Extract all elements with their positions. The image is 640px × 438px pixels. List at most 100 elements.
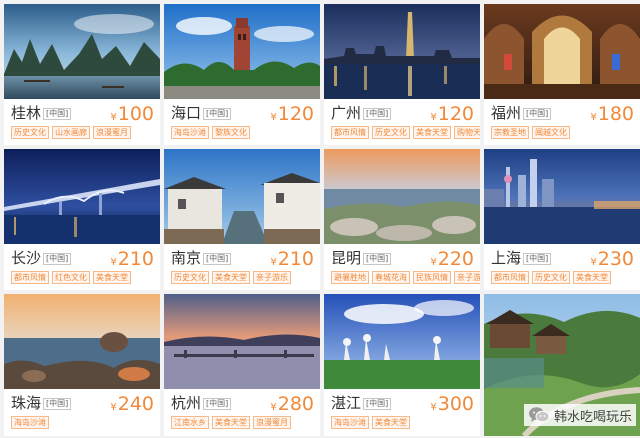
tag[interactable]: 闽越文化 xyxy=(532,126,570,139)
tag[interactable]: 山水画廊 xyxy=(52,126,90,139)
tag-list: 都市风情 红色文化 美食天堂 xyxy=(11,271,131,284)
destination-card[interactable]: 海口 [中国] ¥120 海岛沙滩 黎族文化 xyxy=(164,4,320,145)
currency-symbol: ¥ xyxy=(430,112,437,123)
destination-photo xyxy=(324,294,480,389)
price-value: 300 xyxy=(437,393,474,415)
price-value: 100 xyxy=(117,103,154,125)
price: ¥240 xyxy=(110,393,154,419)
tag[interactable]: 美食天堂 xyxy=(573,271,611,284)
city-name: 福州 xyxy=(491,104,522,122)
city-name: 长沙 xyxy=(11,249,42,267)
tag[interactable]: 美食天堂 xyxy=(212,416,250,429)
currency-symbol: ¥ xyxy=(110,257,117,268)
city-name: 珠海 xyxy=(11,394,42,412)
tag[interactable]: 都市风情 xyxy=(11,271,49,284)
tag[interactable]: 浪漫蜜月 xyxy=(93,126,131,139)
destination-photo xyxy=(164,149,320,244)
destination-card[interactable]: 福州 [中国] ¥180 宗教圣地 闽越文化 xyxy=(484,4,640,145)
tag[interactable]: 避暑胜地 xyxy=(331,271,369,284)
destination-card[interactable]: 湛江 [中国] ¥300 海岛沙滩 美食天堂 xyxy=(324,294,480,436)
currency-symbol: ¥ xyxy=(270,402,277,413)
country-label: [中国] xyxy=(363,398,392,410)
tag[interactable]: 亲子游乐 xyxy=(253,271,291,284)
destination-photo xyxy=(324,149,480,244)
tag[interactable]: 黎族文化 xyxy=(212,126,250,139)
country-label: [中国] xyxy=(203,253,232,265)
tag[interactable]: 都市风情 xyxy=(331,126,369,139)
tag-list: 历史文化 山水画廊 浪漫蜜月 xyxy=(11,126,131,139)
tag[interactable]: 海岛沙滩 xyxy=(331,416,369,429)
destination-card[interactable]: 上海 [中国] ¥230 都市风情 历史文化 美食天堂 xyxy=(484,149,640,290)
destination-photo xyxy=(324,4,480,99)
city-name: 海口 xyxy=(171,104,202,122)
country-label: [中国] xyxy=(523,253,552,265)
tag[interactable]: 都市风情 xyxy=(491,271,529,284)
destination-card[interactable]: 昆明[中国]¥220避暑胜地春城花海民族风情亲子游乐 xyxy=(324,149,480,290)
destination-photo xyxy=(164,4,320,99)
city-name: 湛江 xyxy=(331,394,362,412)
currency-symbol: ¥ xyxy=(270,257,277,268)
destination-card[interactable]: 杭州 [中国] ¥280 江南水乡 美食天堂 浪漫蜜月 xyxy=(164,294,320,436)
city-name: 桂林 xyxy=(11,104,42,122)
tag-list: 海岛沙滩 xyxy=(11,416,49,429)
tag[interactable]: 历史文化 xyxy=(532,271,570,284)
tag[interactable]: 海岛沙滩 xyxy=(171,126,209,139)
currency-symbol: ¥ xyxy=(110,402,117,413)
tag[interactable]: 美食天堂 xyxy=(93,271,131,284)
destination-card[interactable]: 长沙 [中国] ¥210 都市风情 红色文化 美食天堂 xyxy=(4,149,160,290)
tag[interactable]: 美食天堂 xyxy=(212,271,250,284)
country-label: [中国] xyxy=(363,253,392,265)
price-value: 280 xyxy=(277,393,314,415)
tag[interactable]: 浪漫蜜月 xyxy=(253,416,291,429)
country-label: [中国] xyxy=(203,108,232,120)
wechat-icon xyxy=(528,407,550,423)
city-name: 上海 xyxy=(491,249,522,267)
tag-list: 宗教圣地 闽越文化 xyxy=(491,126,570,139)
tag[interactable]: 美食天堂 xyxy=(372,416,410,429)
watermark-text: 韩水吃喝玩乐 xyxy=(553,409,632,425)
tag[interactable]: 美食天堂 xyxy=(413,126,451,139)
tag-list: 江南水乡 美食天堂 浪漫蜜月 xyxy=(171,416,291,429)
tag[interactable]: 历史文化 xyxy=(11,126,49,139)
currency-symbol: ¥ xyxy=(430,402,437,413)
tag[interactable]: 民族风情 xyxy=(413,271,451,284)
tag[interactable]: 江南水乡 xyxy=(171,416,209,429)
tag[interactable]: 春城花海 xyxy=(372,271,410,284)
tag[interactable]: 红色文化 xyxy=(52,271,90,284)
destination-card[interactable]: 珠海 [中国] ¥240 海岛沙滩 xyxy=(4,294,160,436)
destination-photo xyxy=(4,149,160,244)
destination-card[interactable]: 南京 [中国] ¥210 历史文化 美食天堂 亲子游乐 xyxy=(164,149,320,290)
country-label: [中国] xyxy=(523,108,552,120)
price-value: 120 xyxy=(277,103,314,125)
tag[interactable]: 历史文化 xyxy=(372,126,410,139)
city-name: 杭州 xyxy=(171,394,202,412)
currency-symbol: ¥ xyxy=(590,257,597,268)
destination-photo xyxy=(484,149,640,244)
tag[interactable]: 购物天堂 xyxy=(454,126,480,139)
country-label: [中国] xyxy=(203,398,232,410)
watermark: 韩水吃喝玩乐 xyxy=(523,404,636,426)
destination-photo xyxy=(484,4,640,99)
tag[interactable]: 历史文化 xyxy=(171,271,209,284)
currency-symbol: ¥ xyxy=(110,112,117,123)
tag[interactable]: 海岛沙滩 xyxy=(11,416,49,429)
price-value: 210 xyxy=(117,248,154,270)
tag[interactable]: 宗教圣地 xyxy=(491,126,529,139)
destination-card[interactable]: 桂林 [中国] ¥100 历史文化 山水画廊 浪漫蜜月 xyxy=(4,4,160,145)
city-name: 昆明 xyxy=(331,249,362,267)
price: ¥180 xyxy=(590,103,634,129)
country-label: [中国] xyxy=(43,108,72,120)
tag[interactable]: 亲子游乐 xyxy=(454,271,480,284)
price-value: 240 xyxy=(117,393,154,415)
country-label: [中国] xyxy=(363,108,392,120)
country-label: [中国] xyxy=(43,398,72,410)
destination-card[interactable]: 广州[中国] ¥120 都市风情历史文化美食天堂购物天堂 xyxy=(324,4,480,145)
price: ¥300 xyxy=(430,393,474,419)
price-value: 230 xyxy=(597,248,634,270)
destination-grid: 桂林 [中国] ¥100 历史文化 山水画廊 浪漫蜜月 海口 [中国] ¥120 海岛沙滩 黎族文化… xyxy=(4,4,640,436)
country-label: [中国] xyxy=(43,253,72,265)
city-name: 广州 xyxy=(331,104,362,122)
price-value: 220 xyxy=(437,248,474,270)
price-value: 120 xyxy=(437,103,474,125)
currency-symbol: ¥ xyxy=(270,112,277,123)
